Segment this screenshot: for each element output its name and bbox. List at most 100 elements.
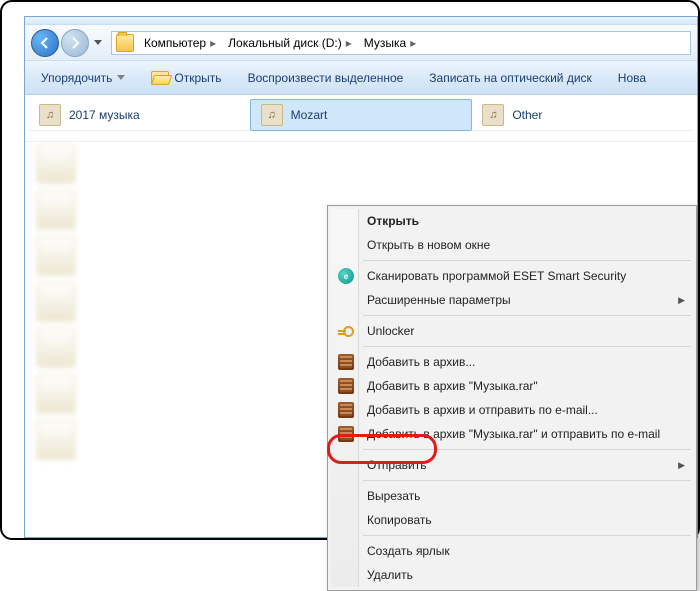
chevron-right-icon: ▸	[346, 36, 352, 50]
organize-button[interactable]: Упорядочить	[33, 65, 133, 91]
open-label: Открыть	[174, 71, 221, 85]
menu-separator	[363, 346, 691, 347]
menu-label: Добавить в архив...	[367, 355, 475, 369]
play-label: Воспроизвести выделенное	[248, 71, 404, 85]
history-dropdown[interactable]	[91, 33, 105, 53]
list-item[interactable]	[31, 279, 279, 325]
menu-label: Отправить	[367, 458, 427, 472]
chevron-down-icon	[94, 40, 102, 45]
folder-group-selected[interactable]: Mozart	[250, 99, 473, 131]
chevron-right-icon: ▸	[410, 36, 416, 50]
thumb-icon	[37, 375, 75, 413]
breadcrumb-label: Компьютер	[144, 36, 206, 50]
thumb-icon	[37, 191, 75, 229]
menu-label: Удалить	[367, 568, 413, 582]
navbar: Компьютер ▸ Локальный диск (D:) ▸ Музыка ▸	[25, 25, 697, 61]
folder-thumb-icon	[261, 104, 283, 126]
breadcrumb-segment[interactable]: Локальный диск (D:) ▸	[222, 32, 358, 54]
menu-separator	[363, 260, 691, 261]
titlebar	[25, 17, 697, 25]
folder-name: 2017 музыка	[69, 108, 140, 122]
menu-label: Открыть	[367, 214, 419, 228]
winrar-icon	[337, 401, 355, 419]
newf-label: Нова	[618, 71, 646, 85]
menu-add-archive[interactable]: Добавить в архив...	[331, 350, 693, 374]
winrar-icon	[337, 425, 355, 443]
thumb-icon	[37, 237, 75, 275]
forward-button[interactable]	[61, 29, 89, 57]
breadcrumb-segment[interactable]: Музыка ▸	[358, 32, 422, 54]
menu-label: Добавить в архив и отправить по e-mail..…	[367, 403, 598, 417]
breadcrumb-segment[interactable]: Компьютер ▸	[138, 32, 222, 54]
breadcrumb-label: Музыка	[364, 36, 406, 50]
menu-label: Создать ярлык	[367, 544, 450, 558]
list-item[interactable]	[31, 141, 279, 187]
chevron-down-icon	[117, 75, 125, 80]
menu-add-archive-email[interactable]: Добавить в архив и отправить по e-mail..…	[331, 398, 693, 422]
folder-thumb-icon	[482, 104, 504, 126]
menu-advanced[interactable]: Расширенные параметры ▶	[331, 288, 693, 312]
submenu-arrow-icon: ▶	[678, 460, 685, 471]
menu-delete[interactable]: Удалить	[331, 563, 693, 587]
thumb-icon	[37, 145, 75, 183]
arrow-right-icon	[69, 37, 81, 49]
back-button[interactable]	[31, 29, 59, 57]
key-icon	[337, 322, 355, 340]
menu-separator	[363, 480, 691, 481]
address-bar[interactable]: Компьютер ▸ Локальный диск (D:) ▸ Музыка ▸	[111, 31, 691, 55]
folder-name: Mozart	[291, 108, 328, 122]
list-item[interactable]	[31, 417, 279, 463]
menu-open-new-window[interactable]: Открыть в новом окне	[331, 233, 693, 257]
menu-separator	[363, 535, 691, 536]
winrar-icon	[337, 377, 355, 395]
menu-send-to[interactable]: Отправить ▶	[331, 453, 693, 477]
menu-label: Unlocker	[367, 324, 414, 338]
winrar-icon	[337, 353, 355, 371]
folder-thumb-icon	[39, 104, 61, 126]
thumb-icon	[37, 421, 75, 459]
folder-group[interactable]: Other	[472, 99, 693, 131]
menu-separator	[363, 315, 691, 316]
play-selection-button[interactable]: Воспроизвести выделенное	[240, 65, 412, 91]
list-item[interactable]	[31, 371, 279, 417]
open-button[interactable]: Открыть	[143, 65, 229, 91]
menu-scan-eset[interactable]: e Сканировать программой ESET Smart Secur…	[331, 264, 693, 288]
submenu-arrow-icon: ▶	[678, 295, 685, 306]
menu-label: Копировать	[367, 513, 432, 527]
thumb-icon	[37, 329, 75, 367]
organize-label: Упорядочить	[41, 71, 112, 85]
menu-label: Вырезать	[367, 489, 420, 503]
menu-copy[interactable]: Копировать	[331, 508, 693, 532]
menu-separator	[363, 449, 691, 450]
subitem-list	[25, 135, 285, 469]
content-area: 2017 музыка Mozart Other	[25, 95, 697, 537]
new-folder-button[interactable]: Нова	[610, 65, 654, 91]
toolbar: Упорядочить Открыть Воспроизвести выделе…	[25, 61, 697, 95]
menu-add-archive-named-email[interactable]: Добавить в архив "Музыка.rar" и отправит…	[331, 422, 693, 446]
menu-create-shortcut[interactable]: Создать ярлык	[331, 539, 693, 563]
menu-cut[interactable]: Вырезать	[331, 484, 693, 508]
menu-label: Открыть в новом окне	[367, 238, 490, 252]
thumb-icon	[37, 283, 75, 321]
menu-label: Добавить в архив "Музыка.rar"	[367, 379, 538, 393]
burn-disc-button[interactable]: Записать на оптический диск	[421, 65, 600, 91]
folder-group[interactable]: 2017 музыка	[29, 99, 250, 131]
context-menu: Открыть Открыть в новом окне e Сканироват…	[327, 205, 697, 591]
list-item[interactable]	[31, 233, 279, 279]
menu-unlocker[interactable]: Unlocker	[331, 319, 693, 343]
eset-icon: e	[337, 267, 355, 285]
list-item[interactable]	[31, 325, 279, 371]
menu-add-archive-named[interactable]: Добавить в архив "Музыка.rar"	[331, 374, 693, 398]
chevron-right-icon: ▸	[210, 36, 216, 50]
folder-name: Other	[512, 108, 542, 122]
breadcrumb-label: Локальный диск (D:)	[228, 36, 342, 50]
menu-label: Расширенные параметры	[367, 293, 511, 307]
burn-label: Записать на оптический диск	[429, 71, 592, 85]
arrow-left-icon	[39, 37, 51, 49]
open-folder-icon	[151, 71, 169, 85]
menu-label: Добавить в архив "Музыка.rar" и отправит…	[367, 427, 660, 441]
menu-open[interactable]: Открыть	[331, 209, 693, 233]
list-item[interactable]	[31, 187, 279, 233]
menu-label: Сканировать программой ESET Smart Securi…	[367, 269, 626, 283]
folder-icon	[116, 34, 134, 52]
